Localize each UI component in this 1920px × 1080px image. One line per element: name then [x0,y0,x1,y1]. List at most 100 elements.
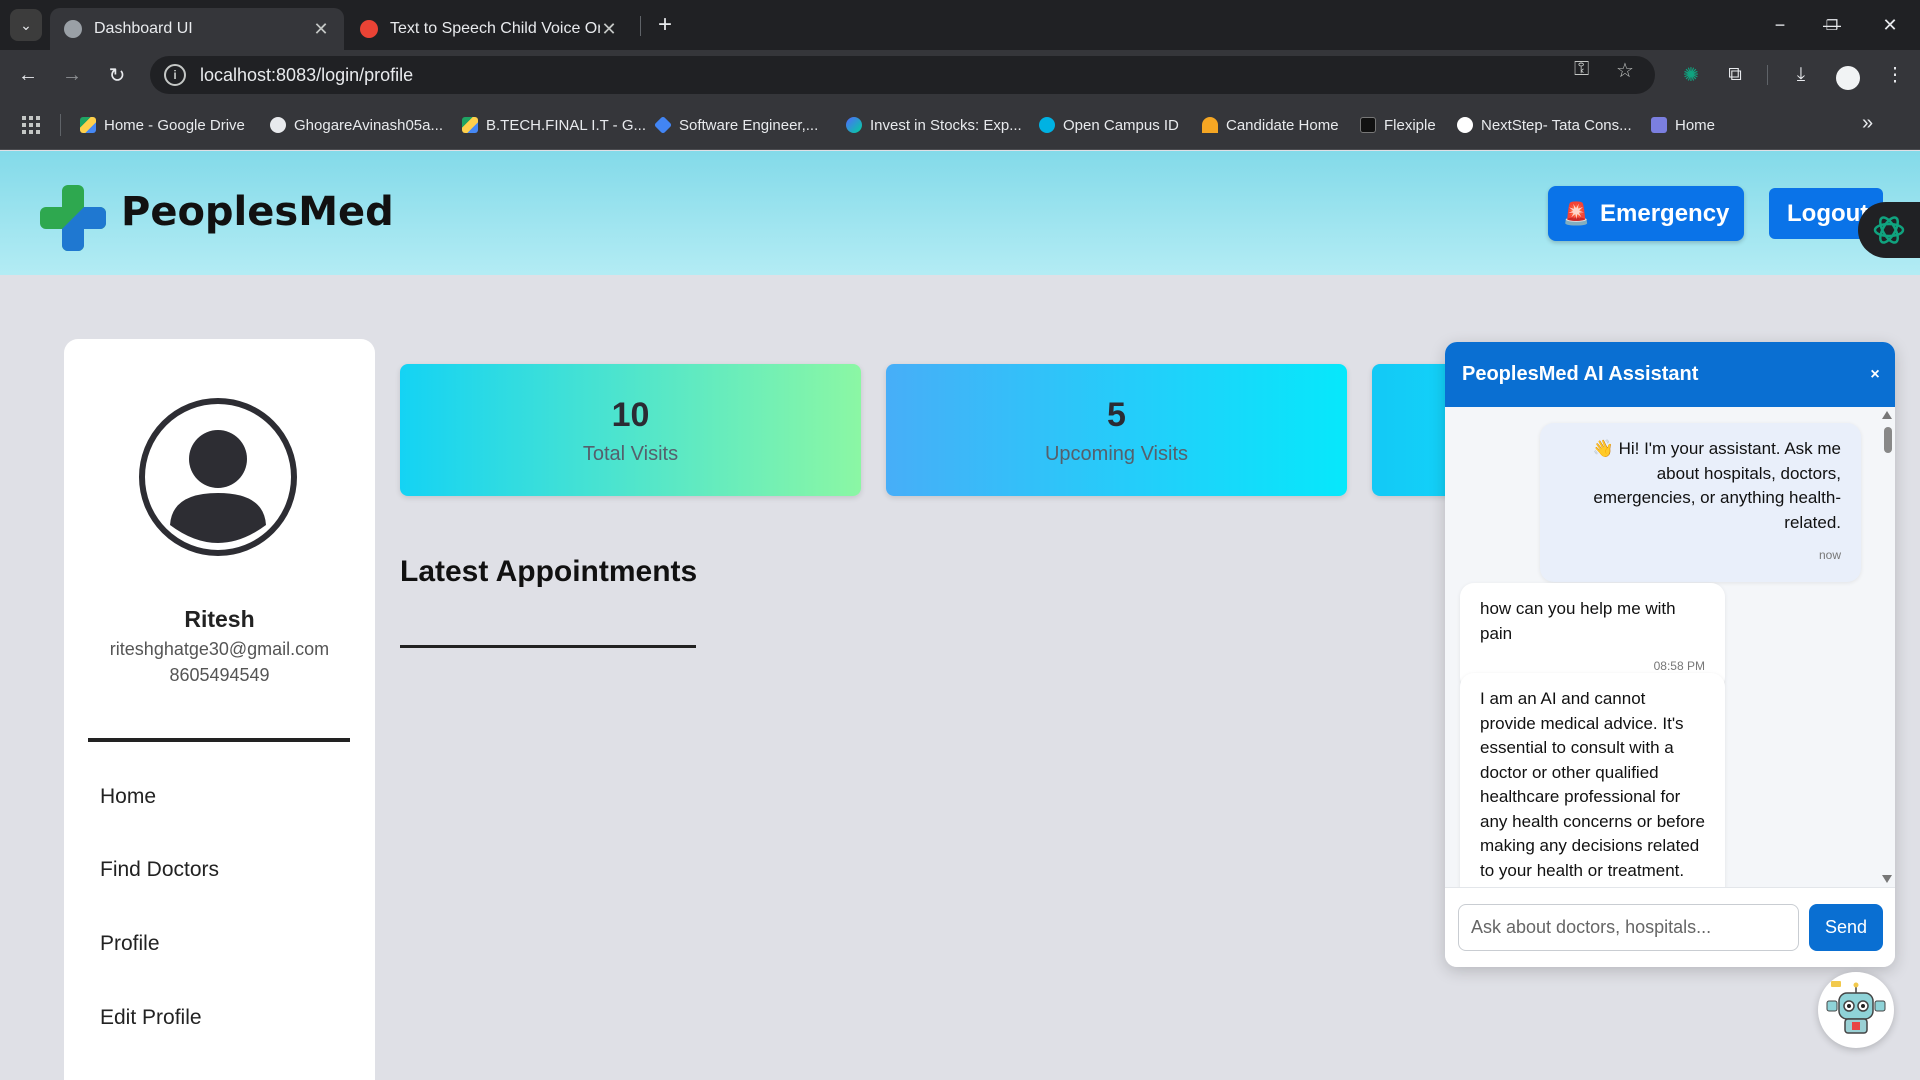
tab-close-icon[interactable]: ✕ [312,19,330,40]
tab-close-icon[interactable]: ✕ [600,19,618,40]
bookmark-software-engineer[interactable]: Software Engineer,... [653,114,819,136]
siren-icon: 🚨 [1562,200,1590,226]
bookmark-candidate-home[interactable]: Candidate Home [1202,114,1339,136]
forward-icon[interactable]: → [57,60,87,90]
message-text: I am an AI and cannot provide medical ad… [1480,689,1705,880]
emergency-label: Emergency [1600,199,1730,227]
candidate-home-icon [1202,117,1218,133]
latest-appointments-title: Latest Appointments [400,555,698,588]
address-bar[interactable]: i localhost:8083/login/profile [150,56,1655,94]
password-key-icon[interactable]: ⚿ [1574,58,1589,81]
openai-logo-icon [1873,216,1905,244]
message-text: how can you help me with pain [1480,599,1676,643]
emergency-button[interactable]: 🚨 Emergency [1548,186,1744,241]
stat-card-upcoming-visits: 5 Upcoming Visits [886,364,1347,496]
bookmark-label: Invest in Stocks: Exp... [870,116,1022,134]
bookmark-open-campus[interactable]: Open Campus ID [1039,114,1179,136]
stat-label: Upcoming Visits [1044,443,1189,465]
toolbar-separator [1767,65,1768,85]
chat-scrollbar[interactable] [1881,407,1895,887]
bookmark-google-drive[interactable]: Home - Google Drive [80,114,245,136]
close-window-icon[interactable]: ✕ [1870,10,1910,40]
bookmark-label: Home [1675,116,1716,134]
bookmark-flexiple[interactable]: Flexiple [1360,114,1436,136]
home-site-icon [1651,117,1667,133]
tab-search-icon[interactable]: ⌄ [10,9,42,41]
site-info-icon[interactable]: i [164,64,186,86]
chatbot-robot-icon[interactable] [1818,972,1894,1048]
peoplesmed-logo-icon [40,185,106,251]
chat-messages[interactable]: 👋 Hi! I'm your assistant. Ask me about h… [1445,407,1895,887]
sidebar-item-profile[interactable]: Profile [100,932,160,956]
minimize-window-icon[interactable]: − [1760,10,1800,40]
user-name: Ritesh [184,606,255,632]
bookmark-ghogare[interactable]: GhogareAvinash05a... [270,114,443,136]
bookmark-invest-stocks[interactable]: Invest in Stocks: Exp... [846,114,1022,136]
bookmark-nextstep-tcs[interactable]: NextStep- Tata Cons... [1457,114,1632,136]
bookmark-label: Candidate Home [1226,116,1339,134]
tab-separator [640,16,641,36]
back-icon[interactable]: ← [13,60,43,90]
chat-input-bar: Send [1445,887,1895,967]
groww-logo-icon [846,117,862,133]
user-phone: 8605494549 [169,665,270,685]
apps-grid-icon[interactable] [22,116,40,134]
sidebar-item-edit-profile[interactable]: Edit Profile [100,1006,202,1030]
bookmark-label: Open Campus ID [1063,116,1179,134]
user-avatar-icon [139,398,297,556]
tab-title: Text to Speech Child Voice Onli [390,20,600,37]
tab-dashboard[interactable]: Dashboard UI ✕ [50,8,344,50]
robot-icon [1826,981,1886,1034]
bookmark-btech[interactable]: B.TECH.FINAL I.T - G... [462,114,646,136]
more-bookmarks-icon[interactable]: » [1862,112,1873,135]
bookmark-label: Software Engineer,... [679,116,819,134]
sidebar-divider [88,738,350,742]
chat-input[interactable] [1458,904,1799,951]
restore-window-icon[interactable]: ❐ [1812,10,1852,40]
chat-message-bot: I am an AI and cannot provide medical ad… [1460,673,1725,887]
message-time: now [1818,548,1841,562]
tcs-logo-icon [1457,117,1473,133]
scroll-up-arrow-icon[interactable] [1882,411,1892,419]
ai-assistant-chat: PeoplesMed AI Assistant × 👋 Hi! I'm your… [1445,342,1895,967]
brand-name: PeoplesMed [121,189,394,235]
browser-toolbar: ← → ↻ i localhost:8083/login/profile ⚿ ☆… [0,50,1920,100]
sidebar-item-home[interactable]: Home [100,785,156,809]
google-drive-icon [80,117,96,133]
chat-header: PeoplesMed AI Assistant × [1445,342,1895,407]
user-email: riteshghatge30@gmail.com [109,639,330,659]
menu-kebab-icon[interactable]: ⋮ [1882,62,1908,88]
chat-title: PeoplesMed AI Assistant [1462,363,1699,385]
globe-icon [64,20,82,38]
stat-value: 10 [611,396,650,434]
extensions-puzzle-icon[interactable]: ⧉ [1722,62,1748,88]
chatgpt-extension-icon[interactable]: ✺ [1678,62,1704,88]
bookmark-home[interactable]: Home [1651,114,1715,136]
scroll-thumb[interactable] [1884,427,1892,453]
bookmark-label: Flexiple [1384,116,1436,134]
browser-profile-avatar[interactable] [1836,66,1860,90]
send-button[interactable]: Send [1809,904,1883,951]
tab-text-to-speech[interactable]: Text to Speech Child Voice Onli ✕ [346,8,632,50]
tab-title: Dashboard UI [94,20,193,37]
stat-label: Total Visits [582,443,679,465]
download-icon[interactable]: ⤓ [1788,62,1814,88]
chatgpt-float-icon[interactable] [1858,202,1920,258]
bookmark-label: NextStep- Tata Cons... [1481,116,1632,134]
bookmark-star-icon[interactable]: ☆ [1616,58,1634,83]
sidebar-item-find-doctors[interactable]: Find Doctors [100,858,219,882]
flexiple-icon [1360,117,1376,133]
google-drive-icon [462,117,478,133]
chat-close-icon[interactable]: × [1855,366,1895,384]
url-text[interactable]: localhost:8083/login/profile [200,65,413,86]
message-text: 👋 Hi! I'm your assistant. Ask me about h… [1592,439,1841,532]
section-divider [400,645,696,648]
reload-icon[interactable]: ↻ [102,60,132,90]
browser-tabstrip: ⌄ Dashboard UI ✕ Text to Speech Child Vo… [0,0,1920,50]
new-tab-icon[interactable]: + [650,10,680,40]
chat-message-bot: 👋 Hi! I'm your assistant. Ask me about h… [1540,423,1861,582]
scroll-down-arrow-icon[interactable] [1882,875,1892,883]
open-campus-icon [1039,117,1055,133]
github-style-icon [270,117,286,133]
stat-card-total-visits: 10 Total Visits [400,364,861,496]
